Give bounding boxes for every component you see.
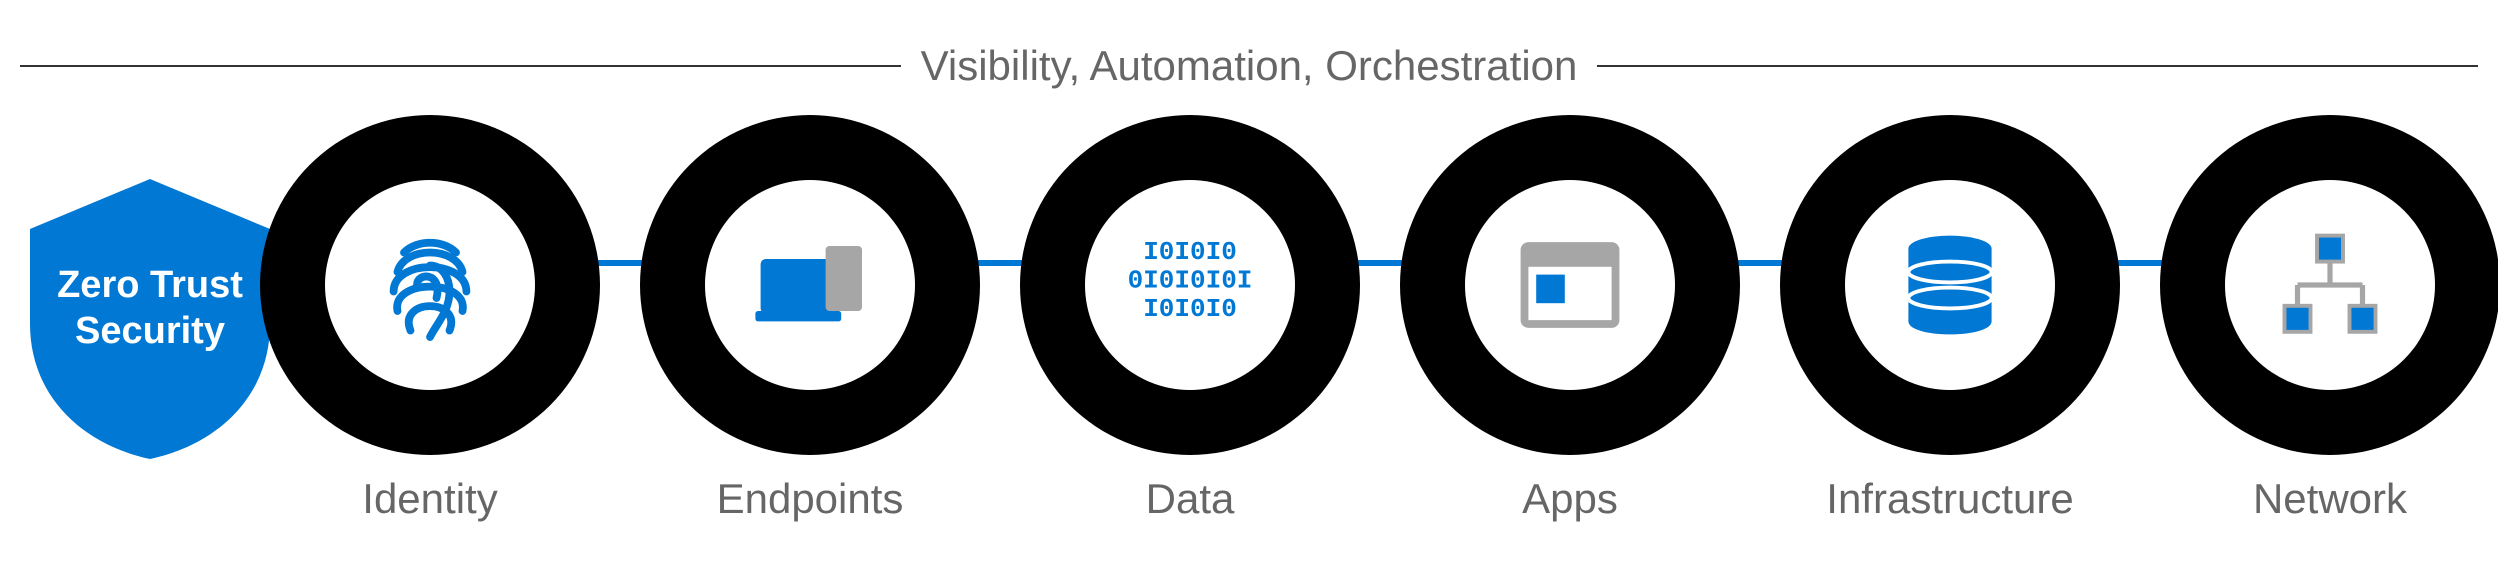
pillar-inner: I0I0I0 0I0I0I0I I0I0I0 — [1085, 180, 1295, 390]
pillar-ring: I0I0I0 0I0I0I0I I0I0I0 — [1020, 115, 1360, 455]
pillar-identity: Identity — [240, 115, 620, 523]
header-divider: Visibility, Automation, Orchestration — [20, 42, 2478, 90]
network-icon — [2265, 220, 2395, 350]
pillar-ring — [1400, 115, 1740, 455]
database-icon — [1885, 220, 2015, 350]
pillar-label: Infrastructure — [1826, 475, 2073, 523]
divider-left — [20, 65, 901, 67]
diagram-chain: Zero Trust Security — [20, 115, 2478, 523]
pillar-infrastructure: Infrastructure — [1760, 115, 2140, 523]
pillar-label: Data — [1146, 475, 1235, 523]
pillar-label: Apps — [1522, 475, 1618, 523]
pillar-apps: Apps — [1380, 115, 1760, 523]
svg-text:0I0I0I0I: 0I0I0I0I — [1128, 266, 1253, 296]
shield-text: Zero Trust Security — [57, 263, 243, 354]
pillar-network: Network — [2140, 115, 2498, 523]
pillar-inner — [2225, 180, 2435, 390]
pillar-ring — [2160, 115, 2498, 455]
pillar-inner — [1465, 180, 1675, 390]
pillar-label: Network — [2253, 475, 2407, 523]
pillar-inner — [1845, 180, 2055, 390]
pillar-ring — [640, 115, 980, 455]
pillar-ring — [1780, 115, 2120, 455]
pillar-label: Identity — [362, 475, 497, 523]
pillar-ring — [260, 115, 600, 455]
pillar-data: I0I0I0 0I0I0I0I I0I0I0 Data — [1000, 115, 1380, 523]
pillar-label: Endpoints — [717, 475, 904, 523]
svg-text:I0I0I0: I0I0I0 — [1143, 237, 1237, 267]
fingerprint-icon — [365, 220, 495, 350]
header-title: Visibility, Automation, Orchestration — [901, 42, 1598, 90]
shield-line1: Zero Trust — [57, 263, 243, 309]
pillars-row: Identity Endpoints I0I0I0 0I — [240, 115, 2498, 523]
pillar-inner — [705, 180, 915, 390]
devices-icon — [745, 220, 875, 350]
divider-right — [1597, 65, 2478, 67]
svg-text:I0I0I0: I0I0I0 — [1143, 294, 1237, 324]
shield-line2: Security — [57, 309, 243, 355]
pillar-inner — [325, 180, 535, 390]
binary-icon: I0I0I0 0I0I0I0I I0I0I0 — [1125, 220, 1255, 350]
window-icon — [1505, 220, 1635, 350]
pillar-endpoints: Endpoints — [620, 115, 1000, 523]
